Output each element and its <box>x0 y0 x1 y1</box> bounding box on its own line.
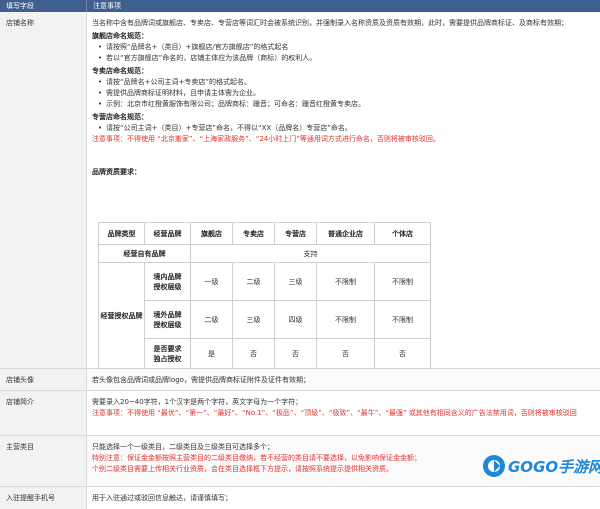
table-cell: 四级 <box>274 300 317 339</box>
list-item: • 请按“品牌名+公司主词+专卖店”的格式起名。 <box>98 78 251 86</box>
table-cell: 不限制 <box>316 300 375 339</box>
table-header: 填写字段 注意事项 <box>0 0 600 12</box>
table-cell: 不限制 <box>316 262 375 301</box>
store-avatar-text: 若头像包含品牌词或品牌logo，需提供品牌商标证附件及证件有效期； <box>92 376 310 384</box>
table-cell: 三级 <box>232 300 275 339</box>
row-label: 店铺头像 <box>0 369 87 390</box>
table-row-label: 境内品牌 授权层级 <box>144 262 191 301</box>
table-cell: 否 <box>232 338 275 369</box>
gogo-logo-icon: GOGO手游网 <box>483 455 600 477</box>
header-notes-col: 注意事项 <box>93 2 121 10</box>
page: 填写字段 注意事项 店铺名称 当名称中含有品牌词或旗舰店、专卖店、专营店等词汇时… <box>0 0 600 509</box>
row-content: 若头像包含品牌词或品牌logo，需提供品牌商标证附件及证件有效期； <box>87 369 600 390</box>
watermark-text: GOGO手游网 <box>508 458 600 476</box>
list-item: • 需提供品牌商标证明材料，且申请主体需为企业。 <box>98 89 260 97</box>
row-content: 需要录入20~40字符，1个汉字是两个字符，英文字母为一个字符； 注意事项：不得… <box>87 391 600 435</box>
flagship-title: 旗舰店命名规范： <box>92 32 148 40</box>
franchise-title: 专营店命名规范： <box>92 113 148 121</box>
table-row-label: 是否要求 独占授权 <box>144 338 191 369</box>
brand-qualification-table: 品牌类型 经营品牌 旗舰店 专卖店 专营店 普通企业店 个体店 经营自有品牌 支… <box>98 222 431 369</box>
list-item: • 请按照“品牌名+（类目）+旗舰店/官方旗舰店”的格式起名 <box>98 43 289 51</box>
col-header: 旗舰店 <box>190 222 233 245</box>
row-label: 入驻提醒手机号 <box>0 487 87 509</box>
own-brand-value: 支持 <box>190 244 431 263</box>
row-store-intro: 店铺简介 需要录入20~40字符，1个汉字是两个字符，英文字母为一个字符； 注意… <box>0 391 600 436</box>
row-label: 店铺简介 <box>0 391 87 435</box>
store-name-intro: 当名称中含有品牌词或旗舰店、专卖店、专营店等词汇时会被系统识别，并强制录入名称资… <box>92 19 568 27</box>
col-header: 个体店 <box>374 222 431 245</box>
store-name-warning: 注意事项：不得使用 “北京搬家”、“上海家政服务”、“24小时上门”等通用词方式… <box>92 135 440 143</box>
table-cell: 不限制 <box>374 300 431 339</box>
table-cell: 否 <box>374 338 431 369</box>
row-label: 店铺名称 <box>0 12 87 368</box>
phone-text: 用于入驻通过或驳回信息触达，请谨慎填写； <box>92 494 232 502</box>
col-header: 专营店 <box>274 222 317 245</box>
list-item: • 请按“公司主词+（类目）+专营店”命名，不得以“XX（品牌名）专营店”命名。 <box>98 124 352 132</box>
qualification-title: 品牌资质要求： <box>92 168 141 176</box>
header-field-col: 填写字段 <box>0 0 87 12</box>
row-label: 主营类目 <box>0 436 87 486</box>
store-intro-warning: 注意事项：不得使用 “最优”、“第一”、“最好”、“No.1”、“极品”、“顶级… <box>92 409 577 417</box>
table-cell: 三级 <box>274 262 317 301</box>
table-row-label: 境外品牌 授权层级 <box>144 300 191 339</box>
table-cell: 二级 <box>190 300 233 339</box>
row-phone: 入驻提醒手机号 用于入驻通过或驳回信息触达，请谨慎填写； <box>0 487 600 509</box>
list-item: • 若以“官方旗舰店”命名的，店铺主体应为该品牌（商标）的权利人。 <box>98 54 317 62</box>
table-cell: 不限制 <box>374 262 431 301</box>
specialty-title: 专卖店命名规范： <box>92 67 148 75</box>
table-cell: 二级 <box>232 262 275 301</box>
col-header: 经营品牌 <box>144 222 191 245</box>
col-header: 专卖店 <box>232 222 275 245</box>
table-cell: 否 <box>316 338 375 369</box>
table-cell: 一级 <box>190 262 233 301</box>
table-cell: 是 <box>190 338 233 369</box>
own-brand-label: 经营自有品牌 <box>98 244 191 263</box>
col-header: 普通企业店 <box>316 222 375 245</box>
table-cell: 否 <box>274 338 317 369</box>
row-store-avatar: 店铺头像 若头像包含品牌词或品牌logo，需提供品牌商标证附件及证件有效期； <box>0 369 600 391</box>
store-intro-text: 需要录入20~40字符，1个汉字是两个字符，英文字母为一个字符； <box>92 398 303 406</box>
row-content: 用于入驻通过或驳回信息触达，请谨慎填写； <box>87 487 600 509</box>
col-header: 品牌类型 <box>98 222 145 245</box>
list-item: • 示例：北京市红橙黄服饰有限公司；品牌商标：躐音；可命名：躐音红橙黄专卖店。 <box>98 100 365 108</box>
watermark-logo: GOGO手游网 <box>480 446 600 482</box>
authorized-brand-label: 经营授权品牌 <box>98 262 145 369</box>
